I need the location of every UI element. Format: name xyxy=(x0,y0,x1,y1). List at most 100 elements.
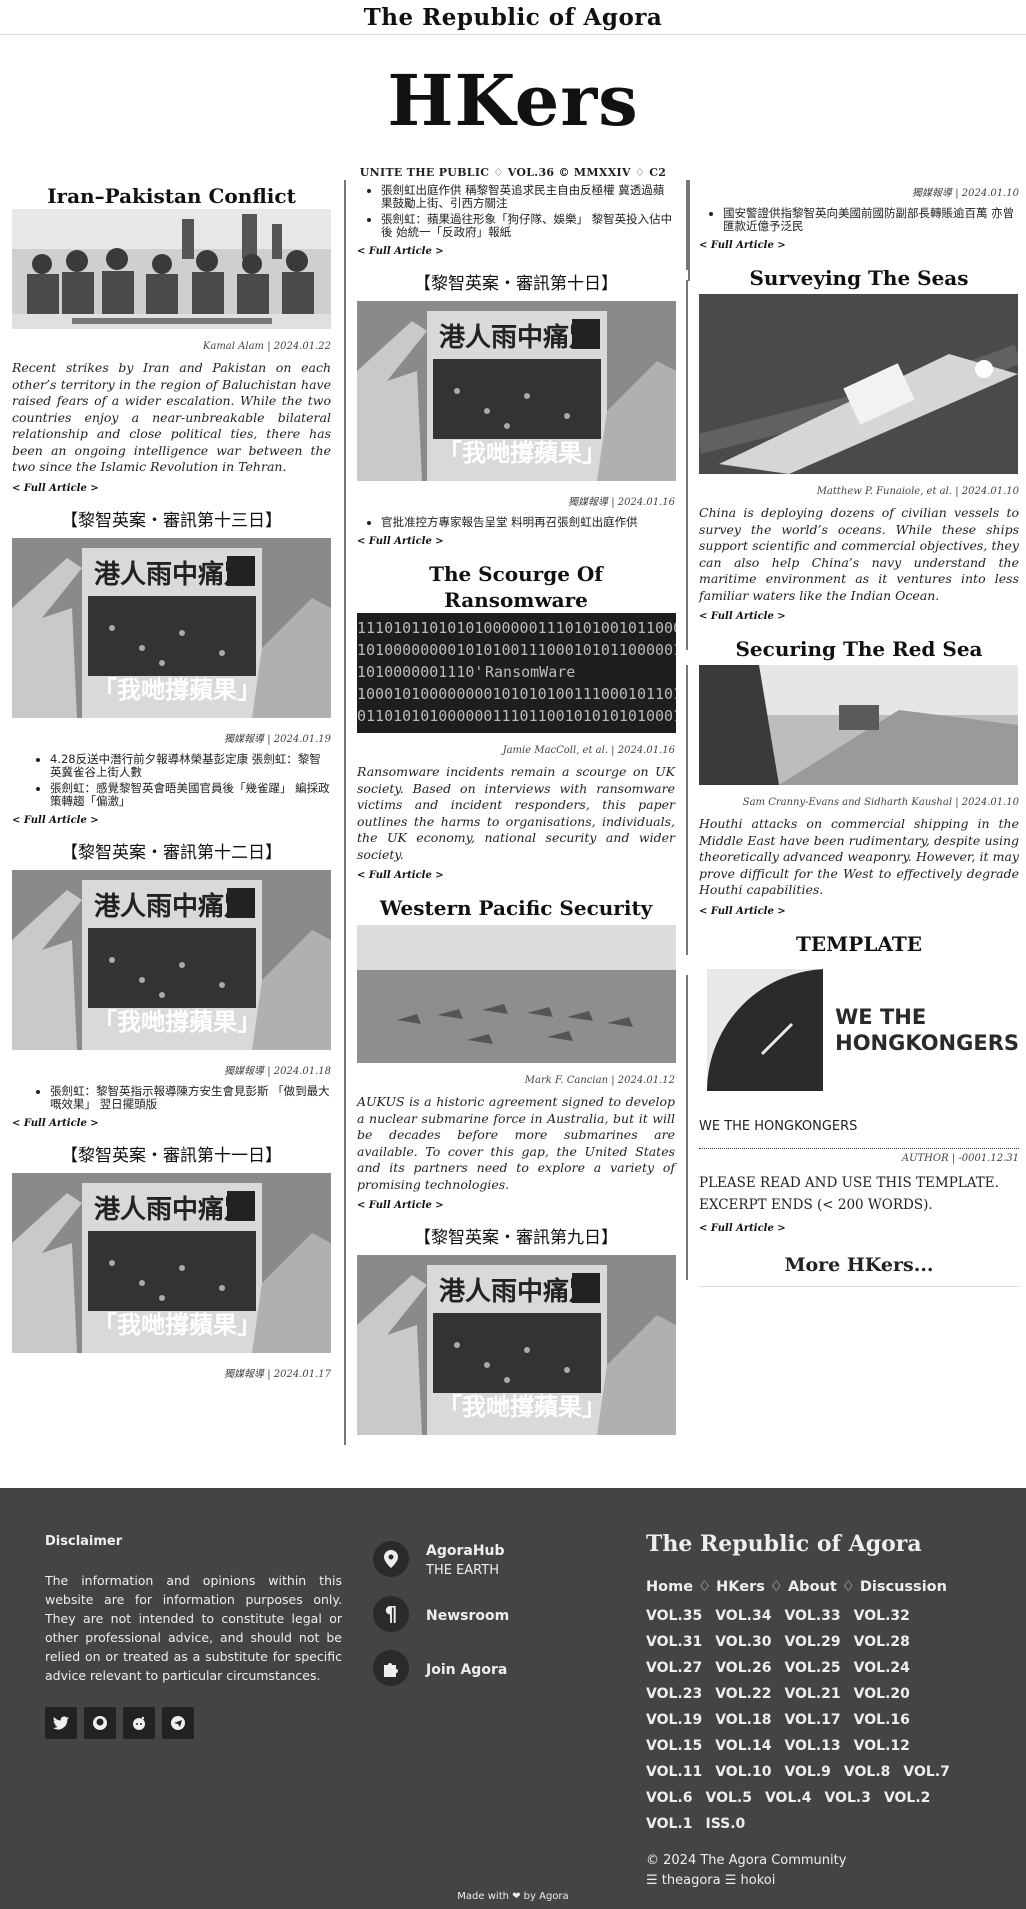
article-meta: 獨媒報導 | 2024.01.16 xyxy=(568,497,675,508)
article-image-newspaper[interactable]: 港人雨中痛別 「我哋撐蘋果」 xyxy=(12,869,331,1050)
article-title[interactable]: Western Pacific Security xyxy=(357,895,675,921)
footer-nav[interactable]: Home ♢ HKers ♢ About ♢ Discussion xyxy=(646,1579,986,1595)
article-image-newspaper[interactable]: 港人雨中痛別 「我哋撐蘋果」 xyxy=(12,537,331,718)
footer-link-newsroom[interactable]: ¶ Newsroom xyxy=(373,1596,623,1632)
footer-link-label: Join Agora xyxy=(426,1661,508,1678)
volume-link[interactable]: VOL.33 xyxy=(784,1603,840,1629)
volume-link[interactable]: VOL.14 xyxy=(715,1733,771,1759)
volume-link[interactable]: VOL.34 xyxy=(715,1603,771,1629)
volume-link[interactable]: VOL.35 xyxy=(646,1603,702,1629)
full-article-link[interactable]: < Full Article > xyxy=(357,246,675,257)
full-article-link[interactable]: < Full Article > xyxy=(12,483,331,494)
volume-link[interactable]: VOL.21 xyxy=(784,1681,840,1707)
list-item[interactable]: 張劍虹出庭作供 稱黎智英追求民主自由反極權 冀透過蘋果鼓勵上街、引西方關注 xyxy=(381,184,675,210)
volume-link[interactable]: VOL.17 xyxy=(784,1707,840,1733)
article-meta: 獨媒報導 | 2024.01.17 xyxy=(224,1368,331,1380)
article-title[interactable]: 【黎智英案・審訊第九日】 xyxy=(357,1225,675,1251)
volume-link[interactable]: VOL.3 xyxy=(824,1785,870,1811)
article-image-newspaper[interactable]: 港人雨中痛別 「我哋撐蘋果」 xyxy=(12,1172,331,1353)
article-image-warship[interactable] xyxy=(699,665,1018,785)
volume-link[interactable]: VOL.26 xyxy=(715,1655,771,1681)
volume-link[interactable]: VOL.5 xyxy=(705,1785,751,1811)
article-image-newspaper[interactable]: 港人雨中痛別 「我哋撐蘋果」 xyxy=(357,1255,676,1435)
full-article-link[interactable]: < Full Article > xyxy=(12,815,331,826)
volume-link[interactable]: VOL.27 xyxy=(646,1655,702,1681)
volume-link[interactable]: VOL.6 xyxy=(646,1785,692,1811)
footer-link-agorahub[interactable]: AgoraHub THE EARTH xyxy=(373,1540,623,1578)
full-article-link[interactable]: < Full Article > xyxy=(699,906,1019,917)
list-item[interactable]: 張劍虹：感覺黎智英會晤美國官員後「幾雀躍」 編採政策轉趨「偏激」 xyxy=(50,781,331,808)
volume-link[interactable]: VOL.32 xyxy=(854,1603,910,1629)
article-title[interactable]: 【黎智英案・審訊第十三日】 xyxy=(12,508,331,534)
full-article-link[interactable]: < Full Article > xyxy=(12,1118,331,1129)
full-article-link[interactable]: < Full Article > xyxy=(357,536,675,547)
template-logo[interactable]: WE THE HONGKONGERS xyxy=(707,965,1019,1095)
volume-link[interactable]: VOL.20 xyxy=(854,1681,910,1707)
volume-link[interactable]: VOL.10 xyxy=(715,1759,771,1785)
telegram-icon[interactable] xyxy=(162,1707,194,1739)
article-title[interactable]: 【黎智英案・審訊第十一日】 xyxy=(12,1143,331,1169)
full-article-link[interactable]: < Full Article > xyxy=(699,611,1019,622)
volume-link[interactable]: VOL.15 xyxy=(646,1733,702,1759)
article-title[interactable]: TEMPLATE xyxy=(699,931,1019,957)
list-item[interactable]: 官批准控方專家報告呈堂 料明再召張劍虹出庭作供 xyxy=(381,516,675,529)
volume-link[interactable]: VOL.13 xyxy=(784,1733,840,1759)
list-item[interactable]: 國安警證供指黎智英向美國前國防副部長轉賬逾百萬 亦曾匯款近億予泛民 xyxy=(723,207,1019,233)
made-with-credit: Made with ❤ by Agora xyxy=(457,1891,569,1902)
volume-link[interactable]: ISS.0 xyxy=(705,1811,745,1837)
article-title[interactable]: 【黎智英案・審訊第十日】 xyxy=(357,271,675,297)
full-article-link[interactable]: < Full Article > xyxy=(699,1223,1019,1234)
volume-link[interactable]: VOL.12 xyxy=(854,1733,910,1759)
volume-link[interactable]: VOL.19 xyxy=(646,1707,702,1733)
volume-link[interactable]: VOL.24 xyxy=(854,1655,910,1681)
footer-handles[interactable]: ☰ theagora ☰ hokoi xyxy=(646,1871,986,1891)
volume-link[interactable]: VOL.9 xyxy=(784,1759,830,1785)
reddit-icon[interactable] xyxy=(123,1707,155,1739)
volume-link[interactable]: VOL.2 xyxy=(884,1785,930,1811)
article-title[interactable]: The Scourge Of Ransomware xyxy=(357,561,675,613)
volume-link[interactable]: VOL.7 xyxy=(903,1759,949,1785)
site-brand[interactable]: The Republic of Agora xyxy=(364,4,663,31)
list-item[interactable]: 張劍虹：蘋果過往形象「狗仔隊、娛樂」 黎智英投入佔中後 始統一「反政府」報紙 xyxy=(381,213,675,239)
volume-link[interactable]: VOL.1 xyxy=(646,1811,692,1837)
footer-brand[interactable]: The Republic of Agora xyxy=(646,1531,986,1557)
article-image-newspaper[interactable]: 港人雨中痛別 「我哋撐蘋果」 xyxy=(357,301,676,481)
volume-link[interactable]: VOL.31 xyxy=(646,1629,702,1655)
more-hkers-link[interactable]: More HKers... xyxy=(699,1254,1019,1287)
article-meta: Kamal Alam | 2024.01.22 xyxy=(202,341,331,352)
masthead-title[interactable]: HKers xyxy=(0,51,1026,151)
article-columns: Iran–Pakistan Conflict Kamal Alam | 2024… xyxy=(0,180,1026,1450)
list-item[interactable]: 張劍虹：黎智英指示報導陳方安生會見彭斯 「做到最大嘅效果」 翌日擺頭版 xyxy=(50,1084,331,1111)
full-article-link[interactable]: < Full Article > xyxy=(699,240,1019,251)
article-meta: Mark F. Cancian | 2024.01.12 xyxy=(524,1075,675,1086)
article-title[interactable]: 【黎智英案・審訊第十二日】 xyxy=(12,840,331,866)
article-image-ship[interactable] xyxy=(699,294,1018,474)
volume-link[interactable]: VOL.25 xyxy=(784,1655,840,1681)
article-title[interactable]: Surveying The Seas xyxy=(699,265,1019,291)
article-title[interactable]: Securing The Red Sea xyxy=(699,636,1019,662)
full-article-link[interactable]: < Full Article > xyxy=(357,870,675,881)
column-divider xyxy=(688,180,690,280)
volume-link[interactable]: VOL.18 xyxy=(715,1707,771,1733)
volume-link[interactable]: VOL.22 xyxy=(715,1681,771,1707)
volume-link[interactable]: VOL.11 xyxy=(646,1759,702,1785)
list-item[interactable]: 4.28反送中潛行前夕報導林榮基彭定康 張劍虹：黎智英冀雀谷上街人數 xyxy=(50,752,331,779)
article-image-fleet[interactable] xyxy=(357,925,676,1063)
github-icon[interactable] xyxy=(84,1707,116,1739)
volume-link[interactable]: VOL.29 xyxy=(784,1629,840,1655)
article-image-ransomware[interactable]: 11101011010101000000111010100101100011 1… xyxy=(357,613,676,733)
article-image-protest[interactable] xyxy=(12,209,331,329)
footer-link-join[interactable]: Join Agora xyxy=(373,1650,623,1686)
article-meta: Matthew P. Funaiole, et al. | 2024.01.10 xyxy=(816,486,1019,497)
column-left: Iran–Pakistan Conflict Kamal Alam | 2024… xyxy=(12,180,331,1380)
volume-link[interactable]: VOL.4 xyxy=(765,1785,811,1811)
volume-link[interactable]: VOL.16 xyxy=(854,1707,910,1733)
volume-link[interactable]: VOL.23 xyxy=(646,1681,702,1707)
full-article-link[interactable]: < Full Article > xyxy=(357,1200,675,1211)
article-title[interactable]: Iran–Pakistan Conflict xyxy=(12,183,331,209)
article-excerpt: Recent strikes by Iran and Pakistan on e… xyxy=(12,360,331,474)
volume-link[interactable]: VOL.28 xyxy=(854,1629,910,1655)
twitter-icon[interactable] xyxy=(45,1707,77,1739)
volume-link[interactable]: VOL.30 xyxy=(715,1629,771,1655)
volume-link[interactable]: VOL.8 xyxy=(844,1759,890,1785)
